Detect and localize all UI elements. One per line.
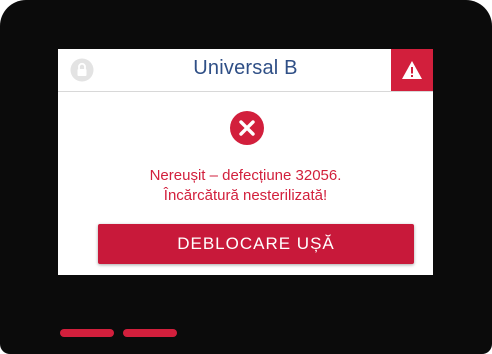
lock-icon bbox=[70, 58, 94, 82]
status-indicator-light-2 bbox=[123, 329, 177, 337]
error-message-line-2: Încărcătură nesterilizată! bbox=[163, 187, 328, 204]
program-title: Universal B bbox=[193, 57, 298, 79]
unlock-door-button[interactable]: DEBLOCARE UȘĂ bbox=[98, 224, 414, 264]
top-bar: Universal B bbox=[58, 49, 433, 92]
status-indicator-light-1 bbox=[60, 329, 114, 337]
warning-button[interactable] bbox=[391, 49, 433, 91]
device-bezel: Universal B Nereușit – defecțiune 32056.… bbox=[0, 0, 492, 354]
error-x-circle-icon bbox=[230, 111, 264, 145]
error-message-line-1: Nereușit – defecțiune 32056. bbox=[149, 167, 342, 184]
display-screen: Universal B Nereușit – defecțiune 32056.… bbox=[58, 49, 433, 275]
warning-triangle-icon bbox=[402, 61, 422, 79]
